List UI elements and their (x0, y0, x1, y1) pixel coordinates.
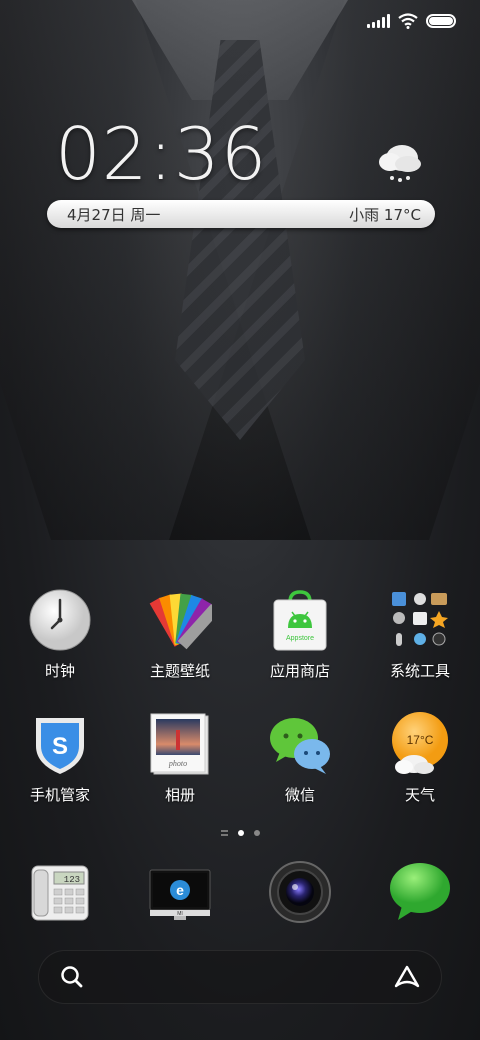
dock-phone[interactable]: 123 (0, 860, 120, 924)
gallery-photo-icon: photo (148, 712, 212, 776)
date-weather-bar[interactable]: 4月27日 周一 小雨 17°C (47, 200, 435, 228)
weather-sun-icon: 17°C (388, 712, 452, 776)
app-store[interactable]: Appstore 应用商店 (240, 588, 360, 681)
shield-badge-text: S (52, 733, 68, 760)
wechat-icon (268, 712, 332, 776)
wifi-icon (398, 13, 418, 29)
weather-summary: 小雨 17°C (349, 205, 421, 224)
app-theme-wallpaper[interactable]: 主题壁纸 (120, 588, 240, 681)
search-icon[interactable] (59, 964, 85, 990)
dock: 123 e MI (0, 860, 480, 924)
dock-camera[interactable] (240, 860, 360, 924)
signal-icon (367, 14, 390, 28)
system-tools-folder-icon (388, 588, 452, 652)
app-label: 时钟 (44, 662, 75, 680)
status-bar (367, 10, 456, 32)
app-security[interactable]: S 手机管家 (0, 712, 120, 805)
dock-messages[interactable] (360, 860, 480, 924)
theme-palette-icon (148, 588, 212, 652)
page-indicator-menu[interactable] (220, 830, 228, 836)
app-label: 主题壁纸 (149, 662, 210, 680)
app-label: 相册 (164, 786, 195, 804)
app-label: 微信 (284, 786, 315, 804)
page-dot[interactable] (253, 830, 260, 836)
camera-icon (268, 860, 332, 924)
cloud-rain-icon[interactable] (376, 138, 424, 186)
app-label: 手机管家 (29, 786, 90, 804)
security-shield-icon: S (28, 712, 92, 776)
date-label: 4月27日 周一 (67, 205, 161, 224)
battery-icon (426, 14, 456, 28)
clock-time[interactable]: 02:36 (55, 112, 268, 196)
app-grid-row-2: S 手机管家 photo 相册 微信 17°C 天气 (0, 712, 480, 805)
messages-icon (388, 860, 452, 924)
app-gallery[interactable]: photo 相册 (120, 712, 240, 805)
app-label: 系统工具 (389, 662, 450, 680)
app-grid-row-1: 时钟 主题壁纸 Appstore 应用商店 系统工具 (0, 588, 480, 681)
appstore-badge-text: Appstore (286, 635, 314, 642)
app-weather[interactable]: 17°C 天气 (360, 712, 480, 805)
assistant-icon[interactable] (393, 964, 421, 990)
app-wechat[interactable]: 微信 (240, 712, 360, 805)
phone-icon: 123 (28, 860, 92, 924)
app-store-icon: Appstore (268, 588, 332, 652)
dock-browser[interactable]: e MI (120, 860, 240, 924)
browser-icon: e MI (148, 860, 212, 924)
app-label: 应用商店 (269, 662, 330, 680)
search-bar[interactable] (38, 950, 442, 1004)
weather-badge-text: 17°C (407, 733, 434, 747)
clock-icon (28, 588, 92, 652)
app-system-tools-folder[interactable]: 系统工具 (360, 588, 480, 681)
app-clock[interactable]: 时钟 (0, 588, 120, 681)
svg-text:e: e (176, 882, 184, 898)
page-indicator (0, 830, 480, 836)
page-dot-active[interactable] (237, 830, 244, 836)
photo-badge-text: photo (168, 759, 187, 768)
phone-display-text: 123 (64, 875, 80, 885)
app-label: 天气 (404, 786, 435, 804)
